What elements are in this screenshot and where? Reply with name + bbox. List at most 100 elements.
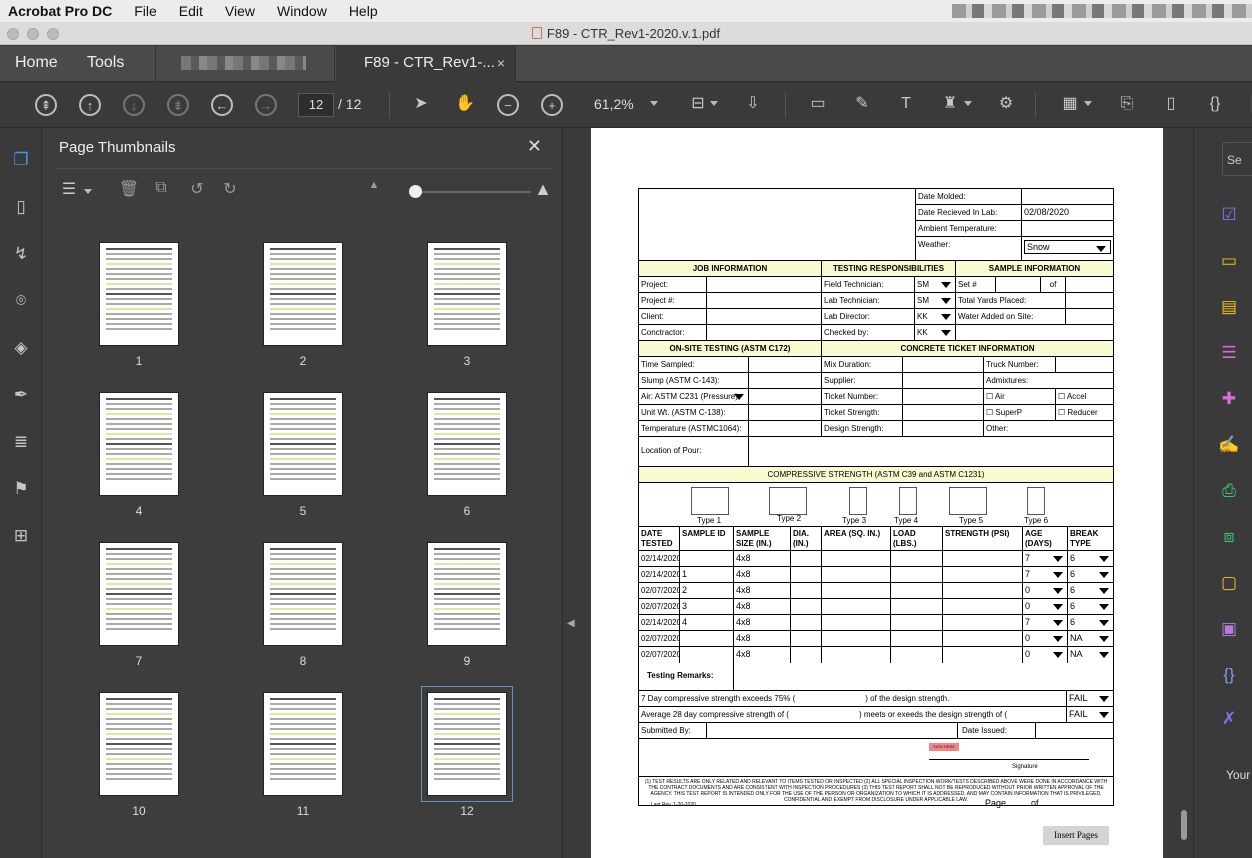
export-tool-icon[interactable]: ⎙ <box>1218 480 1240 502</box>
thumbnail-size-slider[interactable] <box>413 191 531 193</box>
document-list-icon[interactable]: ≣ <box>9 430 33 454</box>
page-display-dropdown-icon[interactable] <box>710 101 718 106</box>
break-type-select[interactable]: 6 <box>1068 551 1113 566</box>
break-type-select[interactable]: NA <box>1068 631 1113 646</box>
page-thumbnail[interactable] <box>99 692 179 796</box>
diameter-cell[interactable] <box>791 599 822 614</box>
create-pdf-icon[interactable]: ▤ <box>1218 296 1240 318</box>
page-display-icon[interactable]: ⊟ <box>686 93 710 117</box>
stamp-icon[interactable]: ♜ <box>938 93 962 117</box>
sample-size-cell[interactable]: 4x8 <box>734 567 791 582</box>
form-settings-icon[interactable]: ⚙ <box>994 93 1018 117</box>
diameter-cell[interactable] <box>791 583 822 598</box>
insert-pages-button[interactable]: Insert Pages <box>1043 826 1109 845</box>
area-cell[interactable] <box>822 647 891 663</box>
menu-help[interactable]: Help <box>338 0 389 22</box>
strength-cell[interactable] <box>943 567 1023 582</box>
more-tools-x-icon[interactable]: ✗ <box>1218 708 1240 730</box>
organize-pages-icon[interactable]: ☰ <box>1218 342 1240 364</box>
signatures-icon[interactable]: ✒ <box>9 383 33 407</box>
break-type-select[interactable]: 6 <box>1068 615 1113 630</box>
zoom-dropdown-icon[interactable] <box>650 101 658 106</box>
tab-home[interactable]: Home <box>15 46 58 82</box>
tab-document[interactable]: F89 - CTR_Rev1-... × <box>336 46 516 83</box>
date-tested-cell[interactable]: 02/07/2020 <box>639 599 680 614</box>
location-of-pour-field[interactable] <box>749 437 1113 466</box>
fill-sign-icon[interactable]: ☑ <box>1218 204 1240 226</box>
bookmarks-icon[interactable]: ▯ <box>9 195 33 219</box>
contractor-field[interactable] <box>707 325 822 340</box>
area-cell[interactable] <box>822 599 891 614</box>
date-tested-cell[interactable]: 02/14/2020 <box>639 551 680 566</box>
rotate-left-icon[interactable]: ↺ <box>186 179 208 199</box>
weather-select[interactable]: Snow <box>1024 240 1111 254</box>
break-type-select[interactable]: NA <box>1068 647 1113 663</box>
sample-id-cell[interactable]: 2 <box>680 583 734 598</box>
sample-size-cell[interactable]: 4x8 <box>734 551 791 566</box>
previous-view-icon[interactable]: ← <box>211 94 233 116</box>
code-bracket-icon[interactable]: {} <box>1203 93 1227 117</box>
zoom-out-icon[interactable]: − <box>497 94 519 116</box>
area-cell[interactable] <box>822 567 891 582</box>
page-thumbnail[interactable] <box>99 392 179 496</box>
sample-id-cell[interactable] <box>680 551 734 566</box>
page-thumbnail[interactable] <box>263 242 343 346</box>
checked-by-select[interactable]: KK <box>915 325 956 340</box>
28-day-result-select[interactable]: FAIL <box>1067 707 1113 722</box>
menu-edit[interactable]: Edit <box>168 0 214 22</box>
sample-size-cell[interactable]: 4x8 <box>734 647 791 663</box>
page-thumbnail[interactable] <box>99 242 179 346</box>
ambient-temp-field[interactable] <box>1022 221 1113 236</box>
page-number-input[interactable]: 12 <box>298 93 334 117</box>
rotate-right-icon[interactable]: ↻ <box>219 179 241 199</box>
menu-view[interactable]: View <box>214 0 266 22</box>
close-tab-icon[interactable]: × <box>497 46 505 80</box>
sample-id-cell[interactable]: 3 <box>680 599 734 614</box>
menu-window[interactable]: Window <box>266 0 338 22</box>
more-tools-icon[interactable]: ▐ <box>1240 93 1252 117</box>
remarks-field[interactable] <box>734 663 1113 690</box>
page-thumbnail[interactable] <box>263 542 343 646</box>
toolbox-dropdown-icon[interactable] <box>1084 101 1092 106</box>
diameter-cell[interactable] <box>791 647 822 663</box>
export-pdf-icon[interactable]: ⎘ <box>1115 93 1139 117</box>
sample-id-cell[interactable] <box>680 647 734 663</box>
reducer-checkbox[interactable]: ☐ Reducer <box>1056 405 1113 420</box>
delete-pages-icon[interactable]: 🗑 <box>118 179 140 199</box>
stamp-dropdown-icon[interactable] <box>964 101 972 106</box>
area-cell[interactable] <box>822 631 891 646</box>
thumbnail-options-icon[interactable]: ☰ <box>58 179 80 199</box>
page-thumbnails-icon[interactable]: ❐ <box>9 148 33 172</box>
comment-tool-icon[interactable]: ▭ <box>1218 250 1240 272</box>
age-select[interactable]: 0 <box>1023 631 1068 646</box>
strength-cell[interactable] <box>943 647 1023 663</box>
close-panel-icon[interactable]: ✕ <box>527 136 542 157</box>
split-pages-icon[interactable]: ⧉ <box>150 179 172 197</box>
tool-search-input[interactable]: Se <box>1222 142 1252 176</box>
superp-checkbox[interactable]: ☐ SuperP <box>984 405 1056 420</box>
age-select[interactable]: 0 <box>1023 647 1068 663</box>
page-thumbnail[interactable] <box>427 542 507 646</box>
area-cell[interactable] <box>822 583 891 598</box>
age-select[interactable]: 7 <box>1023 551 1068 566</box>
sample-id-cell[interactable]: 4 <box>680 615 734 630</box>
add-text-icon[interactable]: T <box>894 93 918 117</box>
load-cell[interactable] <box>891 647 943 663</box>
prepare-form-icon[interactable]: ▢ <box>1218 572 1240 594</box>
load-cell[interactable] <box>891 599 943 614</box>
project-number-field[interactable] <box>707 293 822 308</box>
content-order-icon[interactable]: ↯ <box>9 242 33 266</box>
date-molded-field[interactable] <box>1022 189 1113 204</box>
select-tool-icon[interactable]: ➤ <box>409 93 433 117</box>
javascript-icon[interactable]: {} <box>1218 664 1240 686</box>
next-page-down-icon[interactable]: ↓ <box>123 94 145 116</box>
vertical-scrollbar[interactable] <box>1181 140 1187 840</box>
sign-here-flag[interactable]: SIGN HERE <box>929 743 960 751</box>
strength-cell[interactable] <box>943 551 1023 566</box>
sample-size-cell[interactable]: 4x8 <box>734 615 791 630</box>
accel-checkbox[interactable]: ☐ Accel <box>1056 389 1113 404</box>
last-page-icon[interactable]: ⇟ <box>167 94 189 116</box>
page-thumbnail[interactable] <box>263 392 343 496</box>
date-tested-cell[interactable]: 02/07/2020 <box>639 583 680 598</box>
load-cell[interactable] <box>891 567 943 582</box>
